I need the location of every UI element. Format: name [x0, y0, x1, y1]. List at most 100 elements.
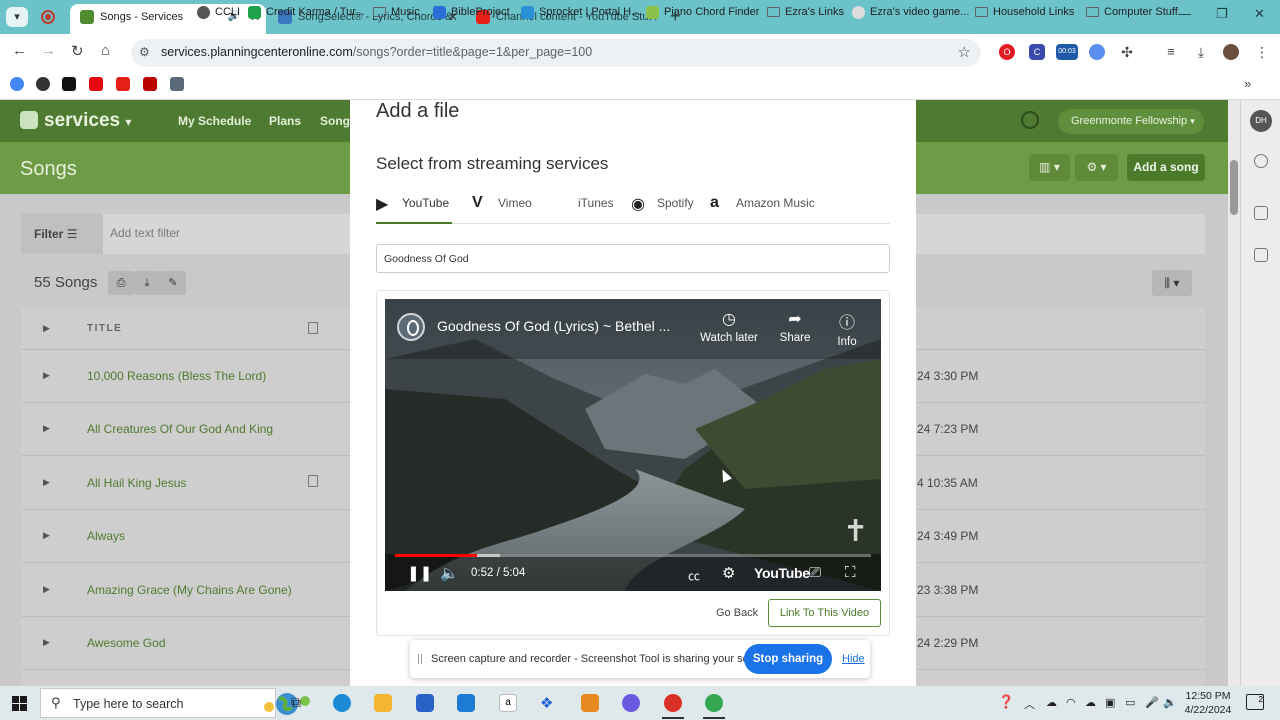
help-tray-icon[interactable]: ❓	[998, 694, 1014, 710]
profile-avatar-icon[interactable]	[1223, 44, 1239, 60]
show-hidden-icons-chevron-icon[interactable]: ︿	[1024, 696, 1035, 712]
bookmark-credit-karma[interactable]: Credit Karma / Tur...	[248, 6, 364, 19]
bookmark-music[interactable]: Music	[373, 6, 420, 18]
expand-row-caret-icon[interactable]: ▶	[43, 370, 50, 381]
reload-icon[interactable]: ↻	[71, 42, 84, 60]
bookmark-ccli[interactable]: CCLI	[197, 6, 240, 19]
notification-center-icon[interactable]: 2	[1246, 694, 1264, 710]
back-arrow-icon[interactable]: ←	[12, 42, 27, 59]
opera-extension-icon[interactable]: O	[999, 44, 1015, 60]
forward-arrow-icon[interactable]: →	[41, 42, 56, 59]
download-icon[interactable]: ⤓	[1193, 44, 1209, 60]
download-icon[interactable]: ⤓	[134, 271, 160, 295]
video-search-input[interactable]: Goodness Of God	[376, 244, 890, 273]
volume-icon[interactable]: 🔈	[440, 564, 459, 582]
tab-youtube[interactable]: ▶ YouTube	[376, 196, 449, 213]
expand-row-caret-icon[interactable]: ▶	[43, 637, 50, 648]
nav-plans[interactable]: Plans	[269, 114, 301, 128]
system-clock[interactable]: 12:50 PM 4/22/2024	[1178, 689, 1238, 717]
song-title-link[interactable]: 10,000 Reasons (Bless The Lord)	[87, 369, 266, 383]
drag-handle-icon[interactable]	[418, 654, 422, 664]
microsoft-store-icon[interactable]	[416, 694, 434, 712]
edit-pencil-icon[interactable]: ✎	[160, 271, 186, 295]
user-avatar[interactable]: DH	[1250, 110, 1272, 132]
expand-row-caret-icon[interactable]: ▶	[43, 423, 50, 434]
bookmark-star-icon[interactable]: ☆	[958, 43, 971, 61]
c-extension-icon[interactable]: C	[1029, 44, 1045, 60]
amazon-bookmark-icon[interactable]	[62, 77, 76, 91]
media-control-icon[interactable]: ≡	[1163, 44, 1179, 60]
wifi-icon[interactable]: ◠	[1066, 696, 1076, 709]
nav-my-schedule[interactable]: My Schedule	[178, 114, 251, 128]
expand-all-caret-icon[interactable]: ▶	[43, 323, 50, 334]
song-title-link[interactable]: Amazing Grace (My Chains Are Gone)	[87, 583, 292, 597]
youtube-player[interactable]: Goodness Of God (Lyrics) ~ Bethel ... ◷ W…	[385, 299, 881, 591]
fullscreen-icon[interactable]: ⛶	[845, 564, 856, 581]
screen-icon[interactable]: ▣	[1105, 696, 1115, 709]
minimize-icon[interactable]: —	[1178, 6, 1191, 21]
song-title-link[interactable]: All Creatures Of Our God And King	[87, 422, 273, 436]
bookmark-icon[interactable]	[143, 77, 157, 91]
reports-chart-button[interactable]: ▥ ▾	[1029, 154, 1070, 181]
text-filter-input[interactable]: Add text filter	[110, 226, 180, 240]
timer-extension-icon[interactable]: 00:03	[1056, 44, 1078, 60]
site-info-icon[interactable]: ⚙	[139, 45, 150, 59]
tab-spotify[interactable]: ◉ Spotify	[631, 196, 694, 213]
settings-gear-button[interactable]: ⚙ ▾	[1075, 154, 1118, 181]
bookmark-household-links[interactable]: Household Links	[975, 6, 1074, 18]
home-icon[interactable]: ⌂	[101, 42, 110, 59]
google-bookmark-icon[interactable]	[10, 77, 24, 91]
notification-bell-icon[interactable]	[1254, 206, 1268, 220]
edge-browser-icon[interactable]	[333, 694, 351, 712]
bookmark-icon[interactable]	[170, 77, 184, 91]
cloud-sync-icon[interactable]: ☁	[1085, 696, 1096, 709]
video-progress-bar[interactable]	[395, 554, 871, 557]
video-title[interactable]: Goodness Of God (Lyrics) ~ Bethel ...	[437, 318, 670, 334]
organization-menu[interactable]: Greenmonte Fellowship ▾	[1058, 109, 1204, 134]
expand-row-caret-icon[interactable]: ▶	[43, 477, 50, 488]
taskbar-search-box[interactable]: ⚲ Type here to search	[40, 688, 310, 718]
microphone-icon[interactable]: 🎤	[1145, 696, 1159, 709]
cast-icon[interactable]: ⎚	[809, 564, 821, 581]
app-icon[interactable]	[622, 694, 640, 712]
more-bookmarks-icon[interactable]: »	[1244, 76, 1251, 91]
address-bar[interactable]: ⚙ services.planningcenteronline.com/song…	[131, 39, 981, 67]
youtube-logo[interactable]: YouTube	[754, 565, 810, 581]
battery-icon[interactable]: ▭	[1125, 696, 1135, 709]
sublime-app-icon[interactable]	[581, 694, 599, 712]
bookmark-bibleproject[interactable]: BibleProject	[433, 6, 510, 19]
column-title-header[interactable]: TITLE	[87, 323, 122, 334]
add-song-button[interactable]: Add a song	[1127, 154, 1205, 181]
bookmark-ezras-video-game[interactable]: Ezra's video game...	[852, 6, 969, 19]
bookmark-computer-stuff[interactable]: Computer Stuff	[1086, 6, 1178, 18]
song-title-link[interactable]: Always	[87, 529, 125, 543]
bookmark-icon[interactable]	[36, 77, 50, 91]
chrome-icon[interactable]	[664, 694, 682, 712]
dropbox-icon[interactable]: ❖	[540, 694, 558, 712]
info-button[interactable]: ⓘ Info	[817, 309, 877, 348]
netflix-bookmark-icon[interactable]	[89, 77, 103, 91]
clipboard-icon[interactable]	[1254, 248, 1268, 262]
youtube-bookmark-icon[interactable]	[116, 77, 130, 91]
windows-start-icon[interactable]	[12, 696, 27, 711]
song-title-link[interactable]: Awesome God	[87, 636, 166, 650]
expand-row-caret-icon[interactable]: ▶	[43, 584, 50, 595]
watch-later-button[interactable]: ◷ Watch later	[699, 309, 759, 344]
hide-banner-link[interactable]: Hide	[842, 653, 865, 665]
file-explorer-icon[interactable]	[374, 694, 392, 712]
tab-amazon-music[interactable]: a Amazon Music	[710, 194, 815, 211]
tab-vimeo[interactable]: V Vimeo	[472, 194, 532, 211]
columns-toggle-button[interactable]: ⫼ ▾	[1152, 270, 1192, 296]
bookmark-ezras-links[interactable]: Ezra's Links	[767, 6, 844, 18]
chrome-profile-icon[interactable]	[705, 694, 723, 712]
task-view-icon[interactable]: ⧉	[291, 694, 309, 712]
share-button[interactable]: ➦ Share	[765, 309, 825, 344]
page-scrollbar[interactable]	[1228, 100, 1240, 686]
stop-sharing-button[interactable]: Stop sharing	[744, 644, 832, 674]
onedrive-icon[interactable]: ☁	[1046, 696, 1057, 709]
menu-kebab-icon[interactable]: ⋮	[1254, 44, 1270, 60]
amazon-app-icon[interactable]: a	[499, 694, 517, 712]
scrollbar-thumb[interactable]	[1230, 160, 1238, 215]
mail-icon[interactable]	[457, 694, 475, 712]
filter-button[interactable]: Filter ☰	[21, 214, 103, 254]
